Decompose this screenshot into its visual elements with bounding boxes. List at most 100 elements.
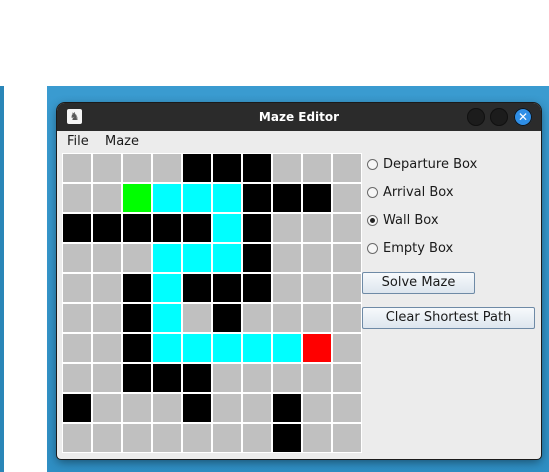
maze-cell-empty[interactable] <box>93 184 121 212</box>
maze-cell-empty[interactable] <box>333 214 361 242</box>
maze-cell-empty[interactable] <box>63 424 91 452</box>
close-icon[interactable]: ✕ <box>514 108 532 126</box>
maximize-button[interactable] <box>490 108 508 126</box>
maze-cell-empty[interactable] <box>303 274 331 302</box>
maze-cell-path[interactable] <box>273 334 301 362</box>
maze-cell-empty[interactable] <box>333 394 361 422</box>
maze-cell-wall[interactable] <box>63 394 91 422</box>
menu-file[interactable]: File <box>67 131 89 153</box>
maze-cell-empty[interactable] <box>273 364 301 392</box>
maze-cell-path[interactable] <box>183 184 211 212</box>
maze-cell-wall[interactable] <box>243 214 271 242</box>
maze-cell-empty[interactable] <box>333 334 361 362</box>
maze-cell-empty[interactable] <box>213 424 241 452</box>
maze-cell-wall[interactable] <box>243 154 271 182</box>
maze-cell-empty[interactable] <box>153 394 181 422</box>
maze-cell-wall[interactable] <box>273 184 301 212</box>
maze-cell-wall[interactable] <box>243 184 271 212</box>
maze-cell-empty[interactable] <box>333 274 361 302</box>
maze-cell-empty[interactable] <box>93 334 121 362</box>
maze-cell-path[interactable] <box>213 214 241 242</box>
maze-cell-empty[interactable] <box>123 394 151 422</box>
maze-cell-empty[interactable] <box>93 394 121 422</box>
maze-cell-wall[interactable] <box>213 304 241 332</box>
maze-cell-wall[interactable] <box>213 274 241 302</box>
maze-cell-empty[interactable] <box>333 424 361 452</box>
maze-cell-path[interactable] <box>183 334 211 362</box>
maze-cell-empty[interactable] <box>273 154 301 182</box>
maze-cell-path[interactable] <box>153 184 181 212</box>
maze-grid[interactable] <box>62 153 362 453</box>
maze-cell-wall[interactable] <box>183 394 211 422</box>
maze-cell-empty[interactable] <box>63 184 91 212</box>
maze-cell-wall[interactable] <box>273 424 301 452</box>
maze-cell-empty[interactable] <box>63 364 91 392</box>
maze-cell-empty[interactable] <box>243 304 271 332</box>
maze-cell-path[interactable] <box>213 244 241 272</box>
maze-cell-empty[interactable] <box>243 424 271 452</box>
maze-cell-wall[interactable] <box>153 214 181 242</box>
solve-maze-button[interactable]: Solve Maze <box>362 272 475 294</box>
maze-cell-wall[interactable] <box>243 244 271 272</box>
maze-cell-empty[interactable] <box>183 304 211 332</box>
maze-cell-wall[interactable] <box>123 214 151 242</box>
maze-cell-wall[interactable] <box>63 214 91 242</box>
maze-cell-path[interactable] <box>153 304 181 332</box>
maze-cell-empty[interactable] <box>303 244 331 272</box>
maze-cell-empty[interactable] <box>93 364 121 392</box>
maze-cell-empty[interactable] <box>123 244 151 272</box>
maze-cell-departure[interactable] <box>123 184 151 212</box>
maze-cell-wall[interactable] <box>123 274 151 302</box>
menu-maze[interactable]: Maze <box>105 131 139 153</box>
maze-cell-empty[interactable] <box>333 184 361 212</box>
maze-cell-path[interactable] <box>213 184 241 212</box>
maze-cell-path[interactable] <box>153 334 181 362</box>
maze-cell-wall[interactable] <box>93 214 121 242</box>
maze-cell-empty[interactable] <box>93 244 121 272</box>
maze-cell-empty[interactable] <box>243 394 271 422</box>
title-bar[interactable]: ♞ Maze Editor ✕ <box>57 103 541 131</box>
maze-cell-empty[interactable] <box>333 304 361 332</box>
maze-cell-path[interactable] <box>213 334 241 362</box>
maze-cell-empty[interactable] <box>303 214 331 242</box>
clear-shortest-path-button[interactable]: Clear Shortest Path <box>362 307 535 329</box>
maze-cell-wall[interactable] <box>123 364 151 392</box>
maze-cell-empty[interactable] <box>213 394 241 422</box>
maze-cell-empty[interactable] <box>273 304 301 332</box>
maze-cell-empty[interactable] <box>303 394 331 422</box>
maze-cell-empty[interactable] <box>303 364 331 392</box>
maze-cell-wall[interactable] <box>153 364 181 392</box>
maze-cell-wall[interactable] <box>183 364 211 392</box>
maze-cell-empty[interactable] <box>333 364 361 392</box>
maze-cell-empty[interactable] <box>63 154 91 182</box>
maze-cell-wall[interactable] <box>183 214 211 242</box>
maze-cell-empty[interactable] <box>93 274 121 302</box>
maze-cell-wall[interactable] <box>273 394 301 422</box>
maze-cell-empty[interactable] <box>93 154 121 182</box>
maze-cell-wall[interactable] <box>183 274 211 302</box>
maze-cell-empty[interactable] <box>243 364 271 392</box>
maze-cell-wall[interactable] <box>123 304 151 332</box>
maze-cell-empty[interactable] <box>213 364 241 392</box>
maze-cell-empty[interactable] <box>153 154 181 182</box>
maze-cell-empty[interactable] <box>273 274 301 302</box>
maze-cell-empty[interactable] <box>63 244 91 272</box>
maze-cell-empty[interactable] <box>63 304 91 332</box>
maze-cell-path[interactable] <box>153 244 181 272</box>
maze-cell-empty[interactable] <box>153 424 181 452</box>
maze-cell-path[interactable] <box>183 244 211 272</box>
maze-cell-wall[interactable] <box>213 154 241 182</box>
maze-cell-empty[interactable] <box>303 424 331 452</box>
maze-cell-empty[interactable] <box>333 244 361 272</box>
maze-cell-empty[interactable] <box>123 154 151 182</box>
maze-cell-empty[interactable] <box>93 424 121 452</box>
minimize-button[interactable] <box>467 108 485 126</box>
maze-cell-empty[interactable] <box>183 424 211 452</box>
maze-cell-wall[interactable] <box>243 274 271 302</box>
maze-cell-wall[interactable] <box>123 334 151 362</box>
maze-cell-empty[interactable] <box>273 244 301 272</box>
maze-cell-path[interactable] <box>243 334 271 362</box>
maze-cell-empty[interactable] <box>63 334 91 362</box>
maze-cell-wall[interactable] <box>183 154 211 182</box>
maze-cell-empty[interactable] <box>273 214 301 242</box>
